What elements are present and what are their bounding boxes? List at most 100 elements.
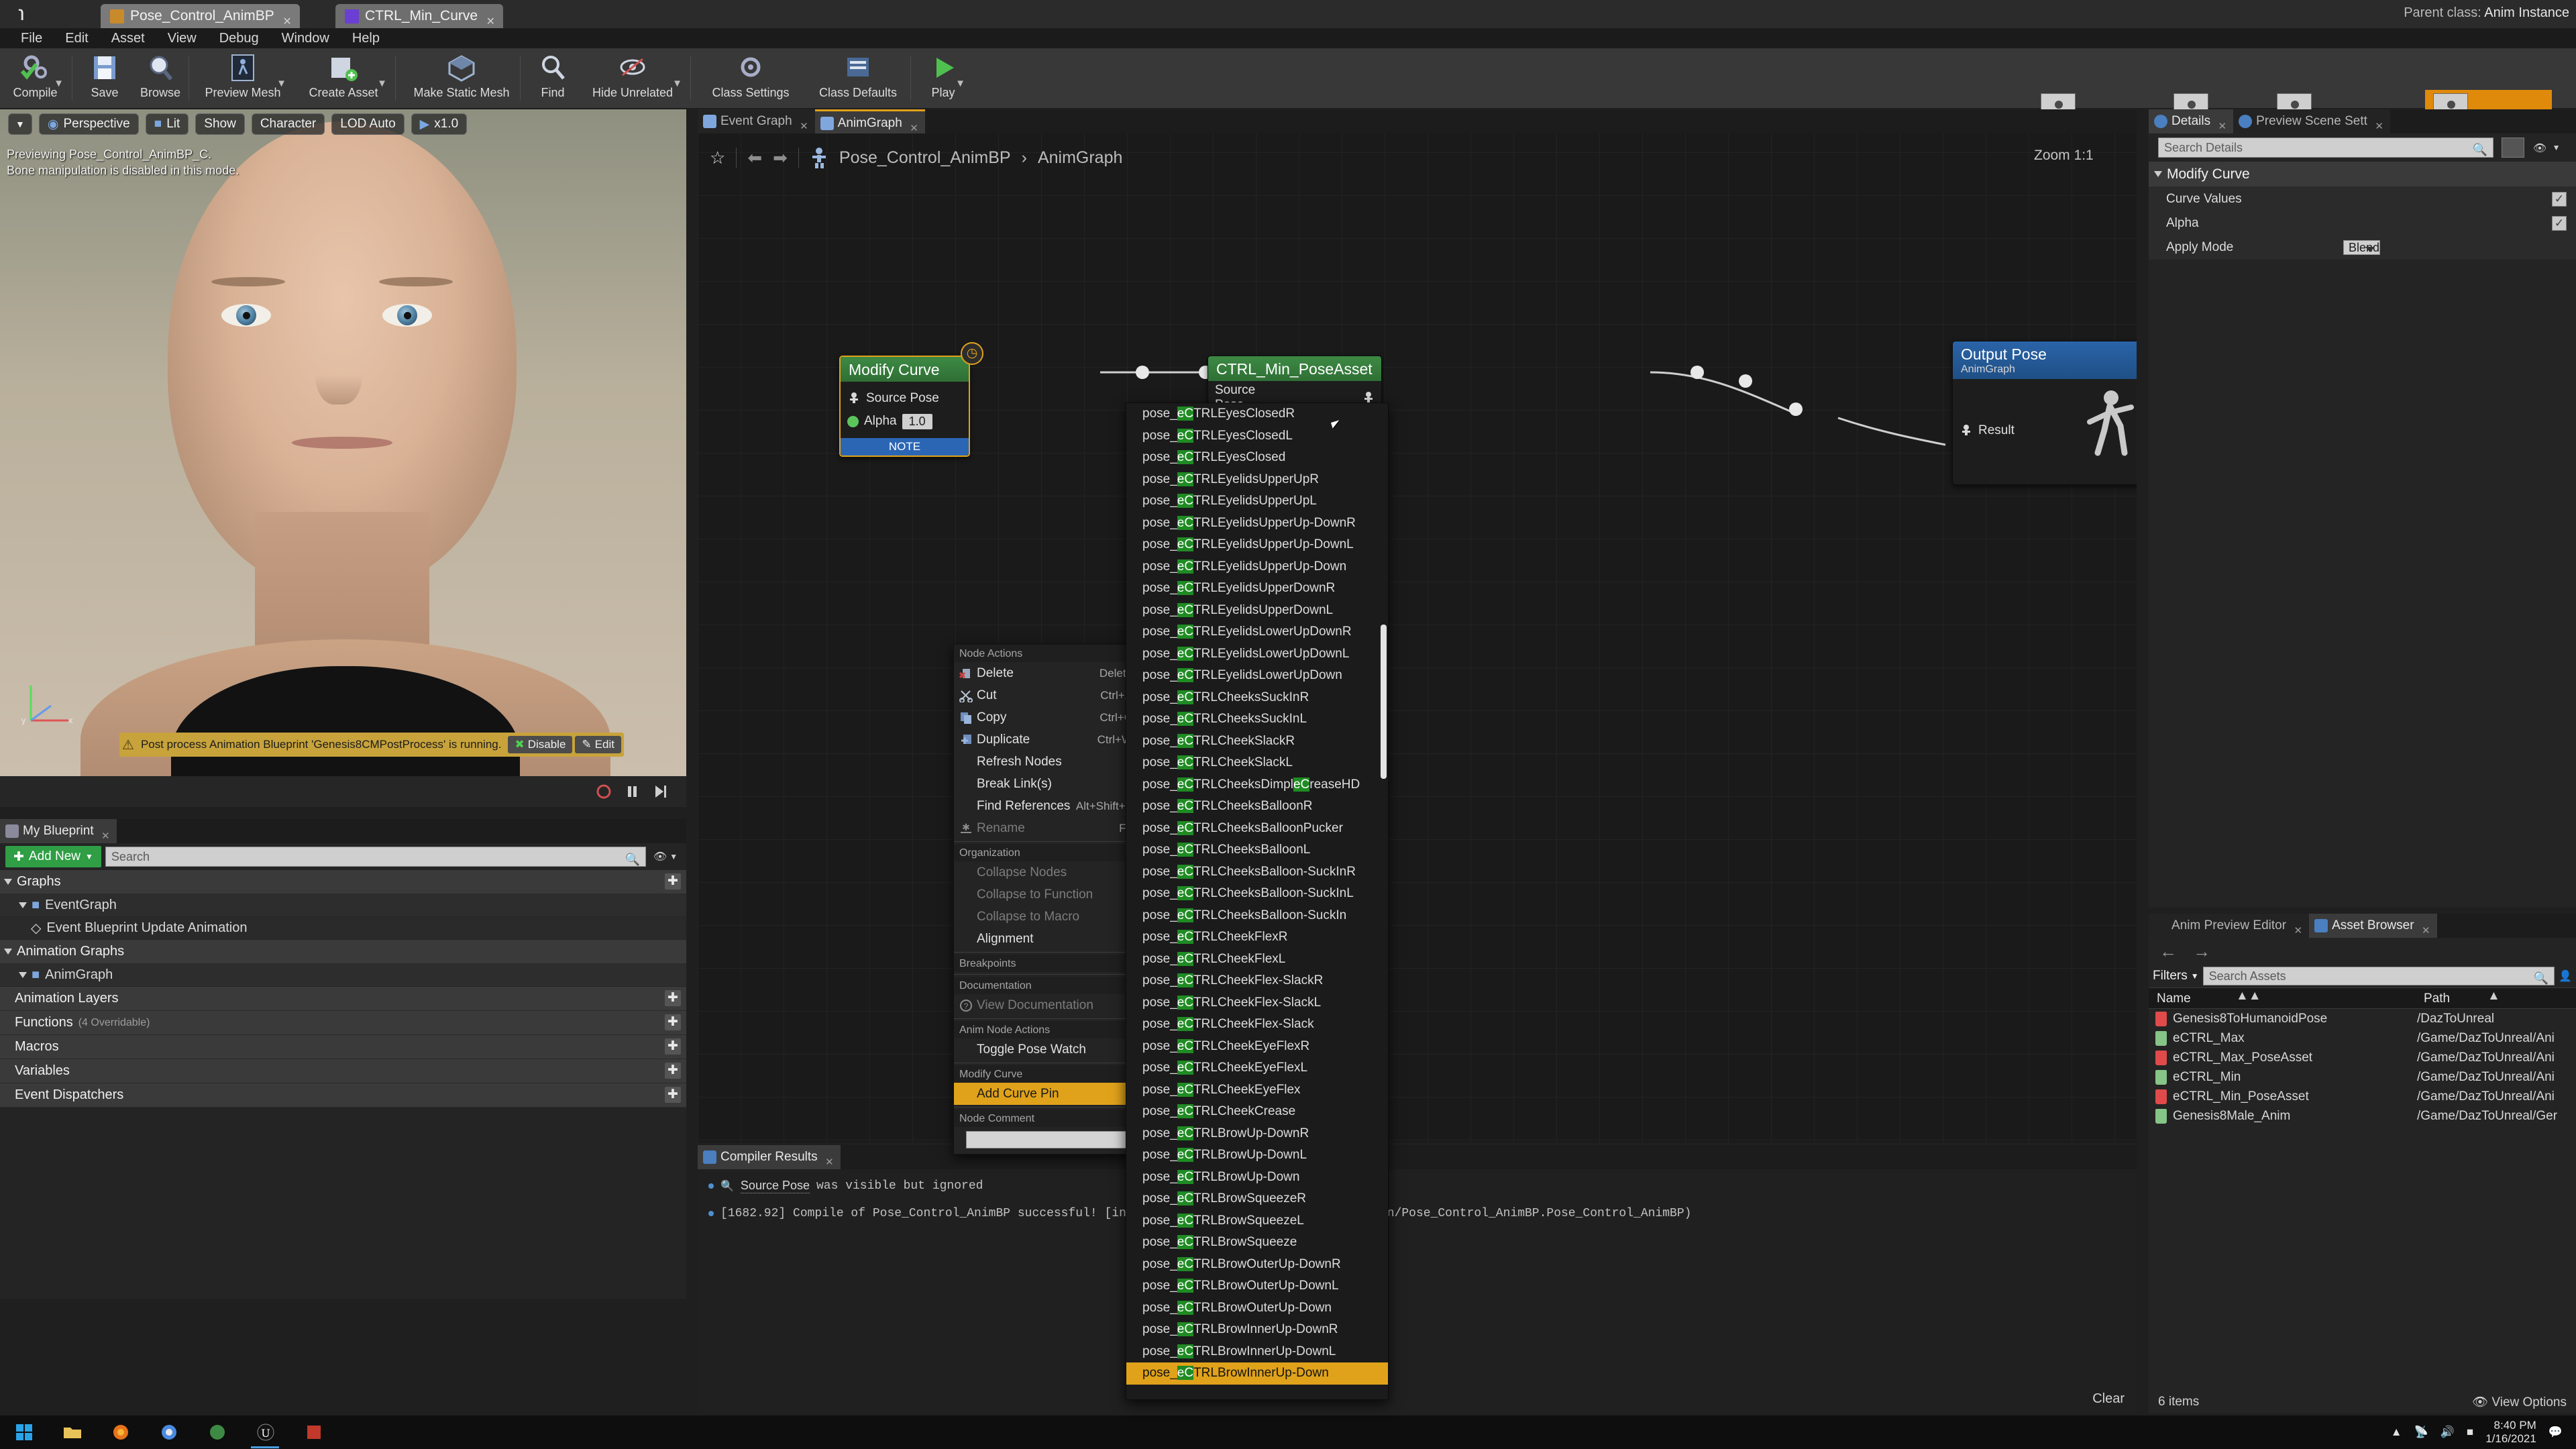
paint-icon[interactable]: [290, 1415, 338, 1449]
volume-icon[interactable]: 🔊: [2440, 1426, 2455, 1439]
back-arrow-icon[interactable]: ←: [2159, 941, 2177, 962]
menu-file[interactable]: File: [9, 28, 54, 48]
autocomplete-item[interactable]: pose_eCTRLCheeksBalloonR: [1126, 796, 1388, 818]
bp-category-event-dispatchers[interactable]: Event Dispatchers ✚: [0, 1083, 686, 1108]
details-search-input[interactable]: Search Details 🔍: [2158, 138, 2493, 158]
add-icon[interactable]: ✚: [665, 1063, 681, 1079]
view-options-button[interactable]: 👁 View Options: [2472, 1394, 2567, 1410]
toolbar-button-hide-unrelated[interactable]: Hide Unrelated ▼: [582, 51, 684, 100]
details-row-alpha[interactable]: Alpha ✓: [2149, 211, 2576, 235]
autocomplete-item[interactable]: pose_eCTRLCheekSlackL: [1126, 752, 1388, 774]
menu-item-delete[interactable]: Delete Delete: [954, 662, 1138, 684]
pin-source-pose[interactable]: Source Pose: [847, 387, 962, 410]
node-comment-input[interactable]: [966, 1131, 1133, 1148]
step-forward-icon[interactable]: [651, 783, 669, 800]
forward-button[interactable]: ➡: [773, 148, 788, 168]
bp-category-graphs[interactable]: Graphs ✚: [0, 870, 686, 894]
autocomplete-item[interactable]: pose_eCTRLCheeksBalloonL: [1126, 839, 1388, 861]
battery-icon[interactable]: ■: [2467, 1426, 2473, 1439]
daz-icon[interactable]: [193, 1415, 241, 1449]
autocomplete-item[interactable]: pose_eCTRLCheeksBalloon-SuckInL: [1126, 883, 1388, 905]
details-grid-view-button[interactable]: [2502, 138, 2525, 158]
autocomplete-item[interactable]: pose_eCTRLCheeksDimpleCreaseHD: [1126, 774, 1388, 796]
network-icon[interactable]: 📡: [2414, 1426, 2428, 1439]
forward-arrow-icon[interactable]: →: [2193, 941, 2210, 962]
bp-item-eventgraph[interactable]: ■ EventGraph: [0, 894, 686, 917]
autocomplete-item[interactable]: pose_eCTRLEyesClosed: [1126, 447, 1388, 469]
toolbar-button-make-static-mesh[interactable]: Make Static Mesh: [405, 51, 519, 100]
toolbar-button-browse[interactable]: Browse: [133, 51, 187, 100]
close-icon[interactable]: ✕: [825, 1150, 834, 1175]
firefox-icon[interactable]: [97, 1415, 145, 1449]
autocomplete-item[interactable]: pose_eCTRLCheekFlexL: [1126, 949, 1388, 971]
menu-debug[interactable]: Debug: [208, 28, 270, 48]
menu-window[interactable]: Window: [270, 28, 341, 48]
asset-tab-anim-preview-editor[interactable]: Anim Preview Editor ✕: [2149, 914, 2310, 938]
viewport-button-perspective[interactable]: ◉ Perspective: [38, 113, 139, 135]
autocomplete-item[interactable]: pose_eCTRLBrowSqueezeR: [1126, 1188, 1388, 1210]
autocomplete-item[interactable]: pose_eCTRLBrowInnerUp-Down: [1126, 1362, 1388, 1385]
autocomplete-item[interactable]: pose_eCTRLEyelidsUpperUp-Down: [1126, 556, 1388, 578]
add-new-button[interactable]: ✚ Add New ▼: [5, 846, 101, 867]
autocomplete-item[interactable]: pose_eCTRLBrowInnerUp-DownR: [1126, 1319, 1388, 1341]
autocomplete-item[interactable]: pose_eCTRLEyesClosedR: [1126, 403, 1388, 425]
menu-edit[interactable]: Edit: [54, 28, 99, 48]
unreal-icon[interactable]: U: [241, 1415, 290, 1449]
autocomplete-item[interactable]: pose_eCTRLCheekFlex-SlackR: [1126, 970, 1388, 992]
checkbox[interactable]: ✓: [2552, 192, 2567, 207]
anim-graph-canvas[interactable]: ANIMATION Modify Curve Source Pose: [698, 109, 2137, 1142]
autocomplete-item[interactable]: pose_eCTRLBrowOuterUp-Down: [1126, 1297, 1388, 1320]
details-tab-preview-scene-sett[interactable]: Preview Scene Sett ✕: [2233, 109, 2390, 133]
close-icon[interactable]: ✕: [800, 115, 808, 139]
chevron-down-icon[interactable]: ▼: [672, 78, 682, 89]
viewport-button-lit[interactable]: ■ Lit: [145, 113, 189, 135]
autocomplete-item[interactable]: pose_eCTRLEyelidsUpperDownL: [1126, 600, 1388, 622]
bp-category-animation-graphs[interactable]: Animation Graphs: [0, 940, 686, 964]
pin-alpha[interactable]: Alpha 1.0: [847, 410, 962, 433]
details-category-modify-curve[interactable]: Modify Curve: [2149, 162, 2576, 187]
bp-item-event-blueprint-update-animation[interactable]: ◇ Event Blueprint Update Animation: [0, 917, 686, 940]
details-row-curve-values[interactable]: Curve Values ✓: [2149, 187, 2576, 211]
autocomplete-item[interactable]: pose_eCTRLEyelidsUpperUp-DownL: [1126, 534, 1388, 556]
menu-item-duplicate[interactable]: Duplicate Ctrl+W: [954, 729, 1138, 751]
add-icon[interactable]: ✚: [665, 1087, 681, 1103]
graph-tab-animgraph[interactable]: AnimGraph ✕: [814, 109, 925, 134]
add-icon[interactable]: ✚: [665, 1014, 681, 1030]
add-icon[interactable]: ✚: [665, 1038, 681, 1055]
autocomplete-item[interactable]: pose_eCTRLBrowOuterUp-DownL: [1126, 1275, 1388, 1297]
menu-item-alignment[interactable]: Alignment: [954, 928, 1138, 950]
autocomplete-item[interactable]: pose_eCTRLCheekCrease: [1126, 1101, 1388, 1123]
filters-button[interactable]: Filters ▼: [2153, 969, 2199, 983]
autocomplete-item[interactable]: pose_eCTRLCheekSlackR: [1126, 731, 1388, 753]
viewport-button-lod-auto[interactable]: LOD Auto: [331, 113, 405, 135]
notifications-icon[interactable]: 💬: [2548, 1426, 2563, 1439]
taskbar-clock[interactable]: 8:40 PM 1/16/2021: [2485, 1419, 2536, 1445]
breadcrumb-current[interactable]: AnimGraph: [1038, 148, 1122, 168]
bp-category-variables[interactable]: Variables ✚: [0, 1059, 686, 1083]
asset-search-input[interactable]: Search Assets 🔍: [2202, 967, 2555, 985]
autocomplete-item[interactable]: pose_eCTRLEyelidsLowerUpDown: [1126, 665, 1388, 687]
apply-mode-combo[interactable]: Blend: [2343, 239, 2381, 255]
autocomplete-item[interactable]: pose_eCTRLBrowSqueezeL: [1126, 1210, 1388, 1232]
autocomplete-item[interactable]: pose_eCTRLEyelidsUpperUpL: [1126, 490, 1388, 513]
start-icon[interactable]: [0, 1415, 48, 1449]
autocomplete-item[interactable]: pose_eCTRLBrowInnerUp-DownL: [1126, 1341, 1388, 1363]
autocomplete-item[interactable]: pose_eCTRLEyelidsLowerUpDownR: [1126, 621, 1388, 643]
autocomplete-item[interactable]: pose_eCTRLEyelidsUpperDownR: [1126, 578, 1388, 600]
node-context-menu[interactable]: Node Actions Delete Delete Cut Ctrl+X Copy Ctr…: [953, 644, 1139, 1155]
autocomplete-item[interactable]: pose_eCTRLEyesClosedL: [1126, 425, 1388, 447]
viewport-button-show[interactable]: Show: [195, 113, 245, 135]
breadcrumb-root[interactable]: Pose_Control_AnimBP: [839, 148, 1011, 168]
menu-item-add-curve-pin[interactable]: Add Curve Pin: [954, 1083, 1138, 1105]
autocomplete-item[interactable]: pose_eCTRLCheekFlex-SlackL: [1126, 992, 1388, 1014]
menu-item-copy[interactable]: Copy Ctrl+C: [954, 706, 1138, 729]
close-icon[interactable]: ✕: [910, 117, 918, 141]
bp-category-animation-layers[interactable]: Animation Layers ✚: [0, 987, 686, 1011]
asset-row[interactable]: eCTRL_Min/Game/DazToUnreal/Ani: [2149, 1067, 2576, 1087]
autocomplete-item[interactable]: pose_eCTRLCheeksSuckInR: [1126, 687, 1388, 709]
column-header-path[interactable]: Path ▲: [2417, 988, 2576, 1008]
chevron-down-icon[interactable]: ▼: [276, 78, 286, 89]
toolbar-button-save[interactable]: Save: [81, 51, 128, 100]
pause-icon[interactable]: [623, 783, 641, 800]
autocomplete-item[interactable]: pose_eCTRLBrowOuterUp-DownR: [1126, 1254, 1388, 1276]
